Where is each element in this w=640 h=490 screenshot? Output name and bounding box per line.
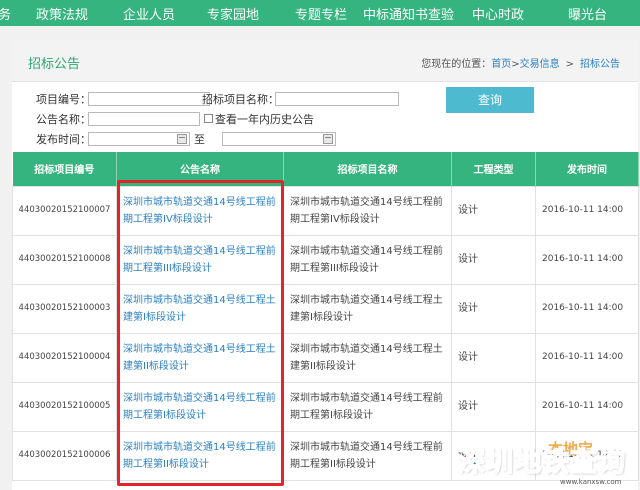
history-checkbox[interactable] [204,114,213,123]
search-button[interactable]: 查询 [446,87,534,113]
nav-item-news[interactable]: 中心时政 [472,4,524,23]
watermark-url: www.kanxsw.com [560,478,622,486]
table-row: 44030020152100003 深圳市城市轨道交通14号线工程土建第Ⅰ标段设… [12,283,639,334]
cell-project-name: 深圳市城市轨道交通14号线工程前期工程第II标段设计 [283,430,452,481]
table-row: 44030020152100007 深圳市城市轨道交通14号线工程前期工程第IV… [12,185,639,236]
cell-project-no: 44030020152100006 [12,430,117,481]
nav-item-exposure[interactable]: 曝光台 [568,4,607,23]
page-title: 招标公告 [28,57,81,72]
main-panel: 招标公告 您现在的位置：首页>交易信息 > 招标公告 项目编号： 招标项目名称： 公… [12,40,639,490]
highlight-box [117,180,284,486]
column-header-project-no: 招标项目编号 [12,152,117,186]
cell-publish-time: 2016-10-11 14:00 [535,283,639,334]
nav-item-experts[interactable]: 专家园地 [207,4,259,23]
cell-type: 设计 [451,381,536,432]
to-label: 至 [194,133,205,146]
column-header-publish-time: 发布时间 [535,152,639,186]
title-bar: 招标公告 您现在的位置：首页>交易信息 > 招标公告 [12,40,638,82]
cell-publish-time: 2016-10-11 14:00 [535,332,639,383]
nav-item-enterprise[interactable]: 企业人员 [123,4,175,23]
project-name-input[interactable] [275,92,399,106]
table-row: 44030020152100008 深圳市城市轨道交通14号线工程前期工程第II… [12,234,639,285]
notice-name-input[interactable] [88,112,200,126]
cell-publish-time: 2016-10-11 14:00 [535,381,639,432]
publish-time-label: 发布时间： [36,133,91,146]
column-header-type: 工程类型 [451,152,536,186]
cell-publish-time: 2016-10-11 14:00 [535,185,639,236]
cell-project-no: 44030020152100008 [12,234,117,285]
publish-end-input[interactable] [222,132,336,146]
cell-project-name: 深圳市城市轨道交通14号线工程土建第II标段设计 [283,332,452,383]
cell-publish-time: 2016-10-11 14:00 [535,234,639,285]
history-label: 查看一年内历史公告 [215,113,314,126]
results-table: 招标项目编号 公告名称 招标项目名称 工程类型 发布时间 44030020152… [12,152,639,481]
cell-type: 设计 [451,185,536,236]
table-row: 44030020152100005 深圳市城市轨道交通14号线工程前期工程第Ⅰ标… [12,381,639,432]
project-no-input[interactable] [88,92,210,106]
table-header-row: 招标项目编号 公告名称 招标项目名称 工程类型 发布时间 [12,152,639,186]
project-no-label: 项目编号： [36,93,91,106]
cell-project-no: 44030020152100005 [12,381,117,432]
cell-project-name: 深圳市城市轨道交通14号线工程前期工程第III标段设计 [283,234,452,285]
breadcrumb-trading-info[interactable]: 交易信息 [520,59,560,70]
breadcrumb-prefix: 您现在的位置： [421,59,492,70]
cell-project-name: 深圳市城市轨道交通14号线工程土建第Ⅰ标段设计 [283,283,452,334]
cell-project-no: 44030020152100003 [12,283,117,334]
calendar-icon[interactable] [177,134,187,144]
breadcrumb-current[interactable]: 招标公告 [580,59,620,70]
breadcrumb-separator: > [565,59,574,70]
calendar-icon[interactable] [323,134,333,144]
nav-item-topics[interactable]: 专题专栏 [295,4,347,23]
column-header-project-name: 招标项目名称 [283,152,452,186]
content-area: 招标公告 您现在的位置：首页>交易信息 > 招标公告 项目编号： 招标项目名称： 公… [0,26,640,490]
table-row: 44030020152100004 深圳市城市轨道交通14号线工程土建第II标段… [12,332,639,383]
watermark-logo: 深圳地铁查询 [457,446,626,479]
project-name-label: 招标项目名称： [202,93,279,106]
notice-name-label: 公告名称： [36,113,91,126]
breadcrumb-home[interactable]: 首页 [491,59,511,70]
top-nav: 务 政策法规 企业人员 专家园地 专题专栏 中标通知书查验 中心时政 曝光台 [0,0,640,26]
breadcrumb-separator: > [511,59,520,70]
breadcrumb: 您现在的位置：首页>交易信息 > 招标公告 [421,55,620,70]
cell-project-no: 44030020152100004 [12,332,117,383]
cell-type: 设计 [451,234,536,285]
nav-item-policy[interactable]: 政策法规 [36,4,88,23]
cell-type: 设计 [451,332,536,383]
cell-project-name: 深圳市城市轨道交通14号线工程前期工程第IV标段设计 [283,185,452,236]
cell-type: 设计 [451,283,536,334]
nav-item-award-check[interactable]: 中标通知书查验 [363,4,454,23]
cell-project-no: 44030020152100007 [12,185,117,236]
cell-project-name: 深圳市城市轨道交通14号线工程前期工程第Ⅰ标段设计 [283,381,452,432]
nav-item-service[interactable]: 务 [0,4,11,23]
publish-start-input[interactable] [88,132,190,146]
